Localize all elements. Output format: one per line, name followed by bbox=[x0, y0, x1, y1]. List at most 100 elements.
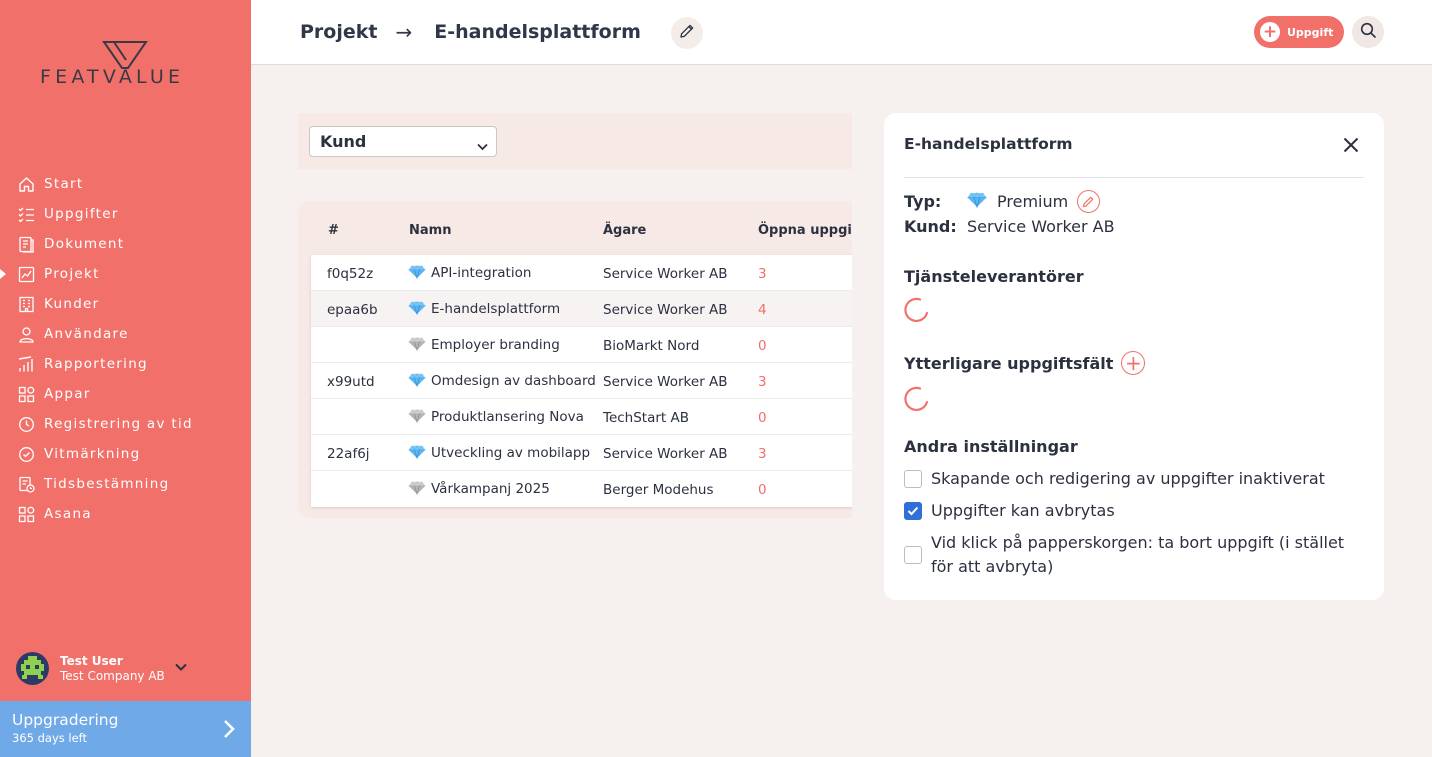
diamond-icon bbox=[408, 481, 426, 499]
row-name[interactable]: API-integration bbox=[408, 263, 531, 283]
diamond-icon bbox=[408, 301, 426, 319]
sidebar-item-uppgifter[interactable]: Uppgifter bbox=[0, 199, 251, 229]
home-icon bbox=[17, 175, 35, 193]
row-name[interactable]: Produktlansering Nova bbox=[408, 407, 584, 427]
row-name-text: Utveckling av mobilapp bbox=[431, 445, 591, 461]
column-header-owner[interactable]: Ägare bbox=[603, 223, 646, 238]
row-owner: Service Worker AB bbox=[603, 302, 728, 318]
setting-disable-task-editing[interactable]: Skapande och redigering av uppgifter ina… bbox=[904, 467, 1325, 491]
breadcrumb: Projekt → E-handelsplattform bbox=[300, 20, 641, 44]
row-name[interactable]: Omdesign av dashboard bbox=[408, 371, 596, 391]
row-open-tasks: 4 bbox=[758, 302, 767, 318]
checkbox[interactable] bbox=[904, 470, 922, 488]
user-menu[interactable]: Test User Test Company AB bbox=[16, 652, 187, 685]
sidebar-item-projekt[interactable]: Projekt bbox=[0, 259, 251, 289]
row-id: x99utd bbox=[327, 374, 375, 390]
sidebar-item-label: Rapportering bbox=[44, 356, 148, 372]
sidebar-item-appar[interactable]: Appar bbox=[0, 379, 251, 409]
other-settings-title: Andra inställningar bbox=[904, 437, 1078, 456]
setting-trash-deletes-task[interactable]: Vid klick på papperskorgen: ta bort uppg… bbox=[904, 531, 1344, 579]
featvalue-logo[interactable]: FEATVALUE bbox=[40, 40, 215, 90]
bars-icon bbox=[17, 355, 35, 373]
table-row[interactable]: Vårkampanj 2025 Berger Modehus 0 bbox=[311, 471, 852, 507]
row-owner: BioMarkt Nord bbox=[603, 338, 700, 354]
row-owner: Service Worker AB bbox=[603, 446, 728, 462]
upgrade-banner[interactable]: Uppgradering 365 days left bbox=[0, 701, 251, 757]
sidebar-item-asana[interactable]: Asana bbox=[0, 499, 251, 529]
sidebar-item-label: Vitmärkning bbox=[44, 446, 141, 462]
edit-type-button[interactable] bbox=[1077, 190, 1101, 213]
diamond-icon bbox=[408, 409, 426, 427]
schedule-icon bbox=[17, 475, 35, 493]
extra-task-fields-title: Ytterligare uppgiftsfält + bbox=[904, 351, 1146, 375]
edit-project-button[interactable] bbox=[671, 17, 703, 49]
row-name[interactable]: Employer branding bbox=[408, 335, 560, 355]
pencil-icon bbox=[679, 23, 695, 43]
sidebar-item-label: Uppgifter bbox=[44, 206, 119, 222]
diamond-icon bbox=[408, 337, 426, 355]
type-value: Premium bbox=[997, 192, 1069, 211]
panel-title: E-handelsplattform bbox=[904, 135, 1073, 153]
checkbox[interactable] bbox=[904, 546, 922, 564]
column-header-name[interactable]: Namn bbox=[409, 223, 451, 238]
diamond-icon bbox=[408, 445, 426, 463]
divider bbox=[904, 177, 1364, 178]
sidebar-item-kunder[interactable]: Kunder bbox=[0, 289, 251, 319]
table-row[interactable]: 22af6j Utveckling av mobilapp Service Work… bbox=[311, 435, 852, 471]
add-task-field-button[interactable]: + bbox=[1121, 351, 1146, 375]
chevron-down-icon bbox=[477, 136, 488, 155]
apps-icon bbox=[17, 385, 35, 403]
row-name[interactable]: Vårkampanj 2025 bbox=[408, 479, 550, 499]
sidebar-item-dokument[interactable]: Dokument bbox=[0, 229, 251, 259]
add-task-button[interactable]: + Uppgift bbox=[1254, 16, 1344, 48]
sidebar-item-label: Asana bbox=[44, 506, 92, 522]
customer-label: Kund: bbox=[904, 217, 957, 236]
upgrade-days-left: 365 days left bbox=[12, 731, 88, 745]
sidebar-item-anvandare[interactable]: Användare bbox=[0, 319, 251, 349]
other-settings-label: Andra inställningar bbox=[904, 437, 1078, 456]
customer-row: Kund: Service Worker AB bbox=[904, 217, 1115, 236]
pencil-icon bbox=[1083, 196, 1094, 208]
breadcrumb-root[interactable]: Projekt bbox=[300, 21, 377, 43]
sidebar-item-label: Appar bbox=[44, 386, 91, 402]
diamond-icon bbox=[408, 265, 426, 283]
row-id: 22af6j bbox=[327, 446, 370, 462]
timer-icon bbox=[17, 415, 35, 433]
chevron-down-icon[interactable] bbox=[175, 656, 187, 675]
sidebar-item-rapportering[interactable]: Rapportering bbox=[0, 349, 251, 379]
sidebar-item-registrering-av-tid[interactable]: Registrering av tid bbox=[0, 409, 251, 439]
project-detail-panel: E-handelsplattform Typ: Premium Kund: Se… bbox=[884, 113, 1384, 600]
sidebar-item-label: Registrering av tid bbox=[44, 416, 193, 432]
extra-task-fields-label: Ytterligare uppgiftsfält bbox=[904, 353, 1114, 373]
table-row[interactable]: f0q52z API-integration Service Worker AB 3 bbox=[311, 255, 852, 291]
row-name[interactable]: Utveckling av mobilapp bbox=[408, 443, 590, 463]
setting-label-line-2: för att avbryta) bbox=[931, 557, 1054, 576]
building-icon bbox=[17, 295, 35, 313]
diamond-icon bbox=[408, 373, 426, 391]
checkbox-checked[interactable] bbox=[904, 502, 922, 520]
type-row: Typ: Premium bbox=[904, 190, 1101, 213]
column-header-id[interactable]: # bbox=[328, 223, 339, 238]
close-icon[interactable] bbox=[1343, 137, 1359, 157]
setting-tasks-cancellable[interactable]: Uppgifter kan avbrytas bbox=[904, 499, 1115, 523]
arrow-right-icon: → bbox=[395, 20, 413, 44]
search-button[interactable] bbox=[1352, 16, 1384, 48]
row-open-tasks: 3 bbox=[758, 266, 767, 282]
setting-label: Skapande och redigering av uppgifter ina… bbox=[931, 469, 1325, 488]
label-icon bbox=[17, 445, 35, 463]
group-by-select[interactable]: Kund bbox=[309, 126, 497, 157]
customer-value[interactable]: Service Worker AB bbox=[967, 217, 1115, 236]
table-row[interactable]: epaa6b E-handelsplattform Service Worker A… bbox=[311, 291, 852, 327]
sidebar-item-tidsbestamning[interactable]: Tidsbestämning bbox=[0, 469, 251, 499]
row-owner: Berger Modehus bbox=[603, 482, 714, 498]
sidebar-item-start[interactable]: Start bbox=[0, 169, 251, 199]
column-header-open-tasks[interactable]: Öppna uppgifter bbox=[758, 223, 852, 238]
row-name[interactable]: E-handelsplattform bbox=[408, 299, 560, 319]
page-title: E-handelsplattform bbox=[434, 21, 641, 43]
table-row[interactable]: Produktlansering Nova TechStart AB 0 bbox=[311, 399, 852, 435]
table-row[interactable]: x99utd Omdesign av dashboard Service Worke… bbox=[311, 363, 852, 399]
service-providers-label: Tjänsteleverantörer bbox=[904, 267, 1084, 286]
sidebar-item-vitmarkning[interactable]: Vitmärkning bbox=[0, 439, 251, 469]
sidebar-item-label: Användare bbox=[44, 326, 129, 342]
table-row[interactable]: Employer branding BioMarkt Nord 0 bbox=[311, 327, 852, 363]
